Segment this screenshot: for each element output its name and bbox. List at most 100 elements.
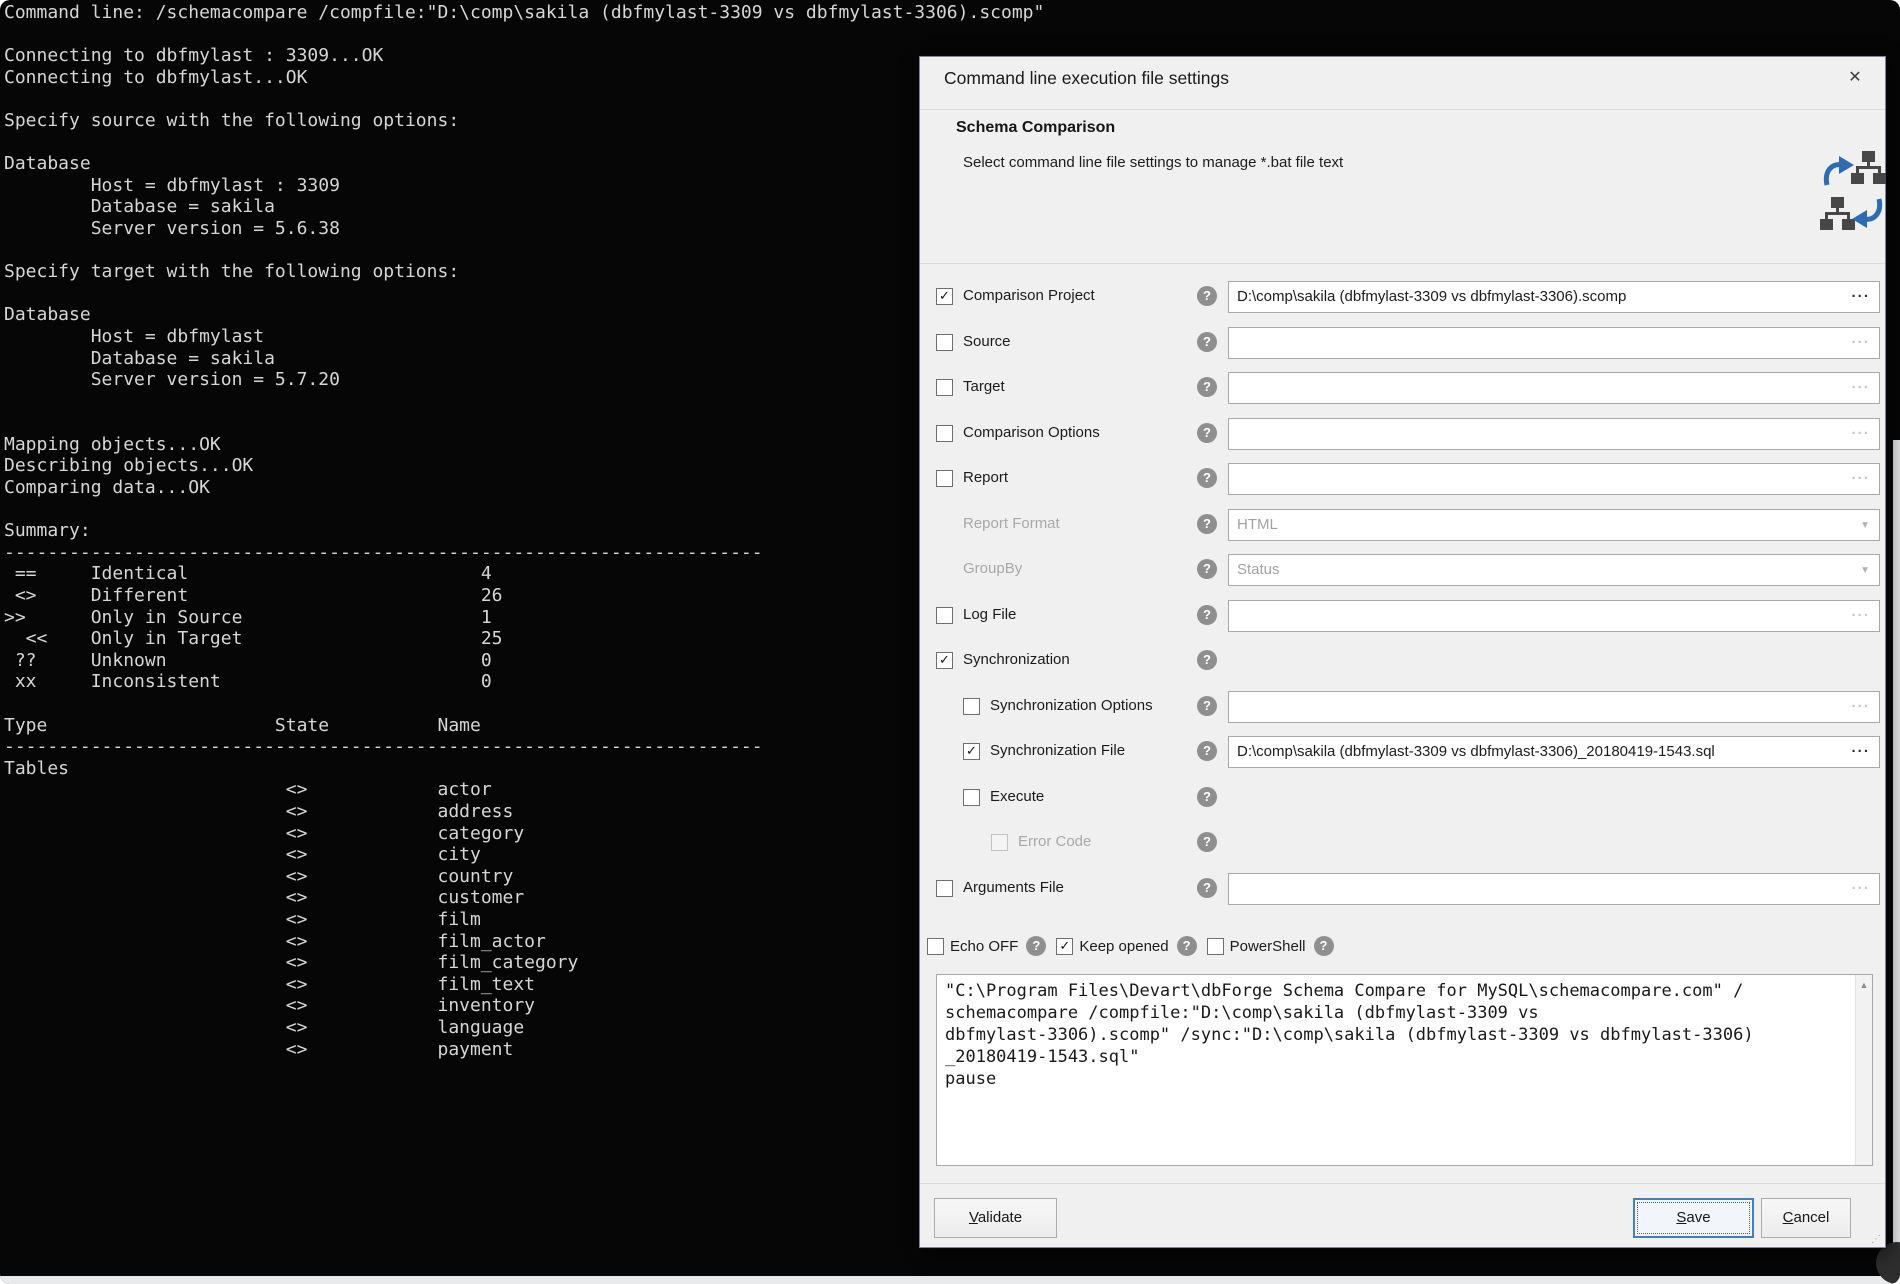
row-arguments-file: Arguments File?... <box>920 873 1885 905</box>
report-input[interactable]: ... <box>1228 463 1880 495</box>
comparison-project-label: Comparison Project <box>963 287 1095 304</box>
browse-button[interactable]: ... <box>1851 603 1870 620</box>
bat-options-row: Echo OFF?✓Keep opened?PowerShell? <box>927 930 1334 962</box>
scroll-up-icon[interactable]: ▲ <box>1856 975 1872 990</box>
row-target: Target?... <box>920 372 1885 404</box>
comparison-options-label: Comparison Options <box>963 424 1100 441</box>
report-format-label: Report Format <box>963 515 1060 532</box>
browse-button[interactable]: ... <box>1851 739 1870 756</box>
help-icon[interactable]: ? <box>1197 650 1217 670</box>
keep-opened-checkbox[interactable]: ✓ <box>1056 938 1073 955</box>
schema-comparison-icon <box>1820 151 1886 240</box>
help-icon[interactable]: ? <box>1197 696 1217 716</box>
help-icon[interactable]: ? <box>1197 514 1217 534</box>
log-file-label: Log File <box>963 606 1016 623</box>
log-file-checkbox[interactable] <box>936 607 953 624</box>
arguments-file-checkbox[interactable] <box>936 880 953 897</box>
synchronization-file-checkbox[interactable]: ✓ <box>963 743 980 760</box>
title-separator <box>920 109 1885 110</box>
help-icon[interactable]: ? <box>1177 936 1197 956</box>
row-execute: Execute? <box>920 782 1885 814</box>
error-code-checkbox <box>991 834 1008 851</box>
section-description: Select command line file settings to man… <box>963 154 1343 171</box>
cancel-button[interactable]: Cancel <box>1761 1198 1851 1238</box>
bat-text[interactable]: "C:\Program Files\Devart\dbForge Schema … <box>945 980 1850 1161</box>
report-checkbox[interactable] <box>936 470 953 487</box>
source-label: Source <box>963 333 1011 350</box>
browse-button[interactable]: ... <box>1851 694 1870 711</box>
row-report-format: Report Format? HTML ▼ <box>920 509 1885 541</box>
scrollbar[interactable]: ▲ <box>1855 975 1872 1165</box>
groupby-select: Status▼ <box>1228 554 1880 586</box>
command-line-settings-dialog: Command line execution file settings ✕ S… <box>919 56 1886 1248</box>
help-icon[interactable]: ? <box>1197 878 1217 898</box>
browse-button[interactable]: ... <box>1851 284 1870 301</box>
validate-button[interactable]: Validate <box>934 1198 1057 1238</box>
field-value: Status <box>1237 561 1280 578</box>
target-checkbox[interactable] <box>936 379 953 396</box>
source-checkbox[interactable] <box>936 334 953 351</box>
browse-button[interactable]: ... <box>1851 421 1870 438</box>
comparison-options-input[interactable]: ... <box>1228 418 1880 450</box>
help-icon[interactable]: ? <box>1197 332 1217 352</box>
help-icon[interactable]: ? <box>1314 936 1334 956</box>
browse-button[interactable]: ... <box>1851 375 1870 392</box>
arguments-file-label: Arguments File <box>963 879 1064 896</box>
field-value: D:\comp\sakila (dbfmylast-3309 vs dbfmyl… <box>1237 743 1715 760</box>
comparison-project-checkbox[interactable]: ✓ <box>936 288 953 305</box>
help-icon[interactable]: ? <box>1197 605 1217 625</box>
chevron-down-icon: ▼ <box>1860 520 1870 531</box>
synchronization-label: Synchronization <box>963 651 1070 668</box>
target-label: Target <box>963 378 1005 395</box>
comparison-options-checkbox[interactable] <box>936 425 953 442</box>
target-input[interactable]: ... <box>1228 372 1880 404</box>
powershell-label: PowerShell <box>1230 938 1306 955</box>
help-icon[interactable]: ? <box>1197 741 1217 761</box>
row-report: Report?... <box>920 463 1885 495</box>
groupby-label: GroupBy <box>963 560 1022 577</box>
help-icon[interactable]: ? <box>1197 423 1217 443</box>
header-separator <box>920 263 1885 264</box>
synchronization-options-label: Synchronization Options <box>990 697 1153 714</box>
help-icon[interactable]: ? <box>1197 377 1217 397</box>
close-icon[interactable]: ✕ <box>1843 66 1867 90</box>
comparison-project-input[interactable]: D:\comp\sakila (dbfmylast-3309 vs dbfmyl… <box>1228 281 1880 313</box>
row-synchronization: ✓ Synchronization? <box>920 645 1885 677</box>
help-icon[interactable]: ? <box>1197 832 1217 852</box>
window-edge-bottom <box>0 1276 1900 1284</box>
powershell-checkbox[interactable] <box>1207 938 1224 955</box>
browse-button[interactable]: ... <box>1851 466 1870 483</box>
save-button[interactable]: Save <box>1633 1198 1754 1238</box>
report-format-select: HTML ▼ <box>1228 509 1880 541</box>
option-keep-opened: ✓Keep opened? <box>1056 936 1196 956</box>
help-icon[interactable]: ? <box>1197 286 1217 306</box>
log-file-input[interactable]: ... <box>1228 600 1880 632</box>
help-icon[interactable]: ? <box>1197 559 1217 579</box>
terminal-output: Command line: /schemacompare /compfile:"… <box>4 2 1044 1060</box>
synchronization-options-input[interactable]: ... <box>1228 691 1880 723</box>
browse-button[interactable]: ... <box>1851 330 1870 347</box>
synchronization-options-checkbox[interactable] <box>963 698 980 715</box>
bat-text-box[interactable]: "C:\Program Files\Devart\dbForge Schema … <box>936 974 1873 1166</box>
echo-off-label: Echo OFF <box>950 938 1018 955</box>
help-icon[interactable]: ? <box>1197 468 1217 488</box>
row-error-code: Error Code? <box>920 827 1885 859</box>
synchronization-checkbox[interactable]: ✓ <box>936 652 953 669</box>
error-code-label: Error Code <box>1018 833 1091 850</box>
execute-checkbox[interactable] <box>963 789 980 806</box>
browse-button[interactable]: ... <box>1851 876 1870 893</box>
synchronization-file-input[interactable]: D:\comp\sakila (dbfmylast-3309 vs dbfmyl… <box>1228 736 1880 768</box>
footer-separator <box>920 1183 1885 1184</box>
source-input[interactable]: ... <box>1228 327 1880 359</box>
row-synchronization-options: Synchronization Options?... <box>920 691 1885 723</box>
arguments-file-input[interactable]: ... <box>1228 873 1880 905</box>
screenshot-frame: Command line: /schemacompare /compfile:"… <box>0 0 1900 1284</box>
help-icon[interactable]: ? <box>1026 936 1046 956</box>
help-icon[interactable]: ? <box>1197 787 1217 807</box>
resize-grip-icon[interactable]: ⋰ <box>1871 1234 1882 1245</box>
row-comparison-options: Comparison Options?... <box>920 418 1885 450</box>
row-comparison-project: ✓ Comparison Project? D:\comp\sakila (dbfm… <box>920 281 1885 313</box>
dialog-title: Command line execution file settings <box>944 68 1229 89</box>
field-value: HTML <box>1237 516 1278 533</box>
echo-off-checkbox[interactable] <box>927 938 944 955</box>
